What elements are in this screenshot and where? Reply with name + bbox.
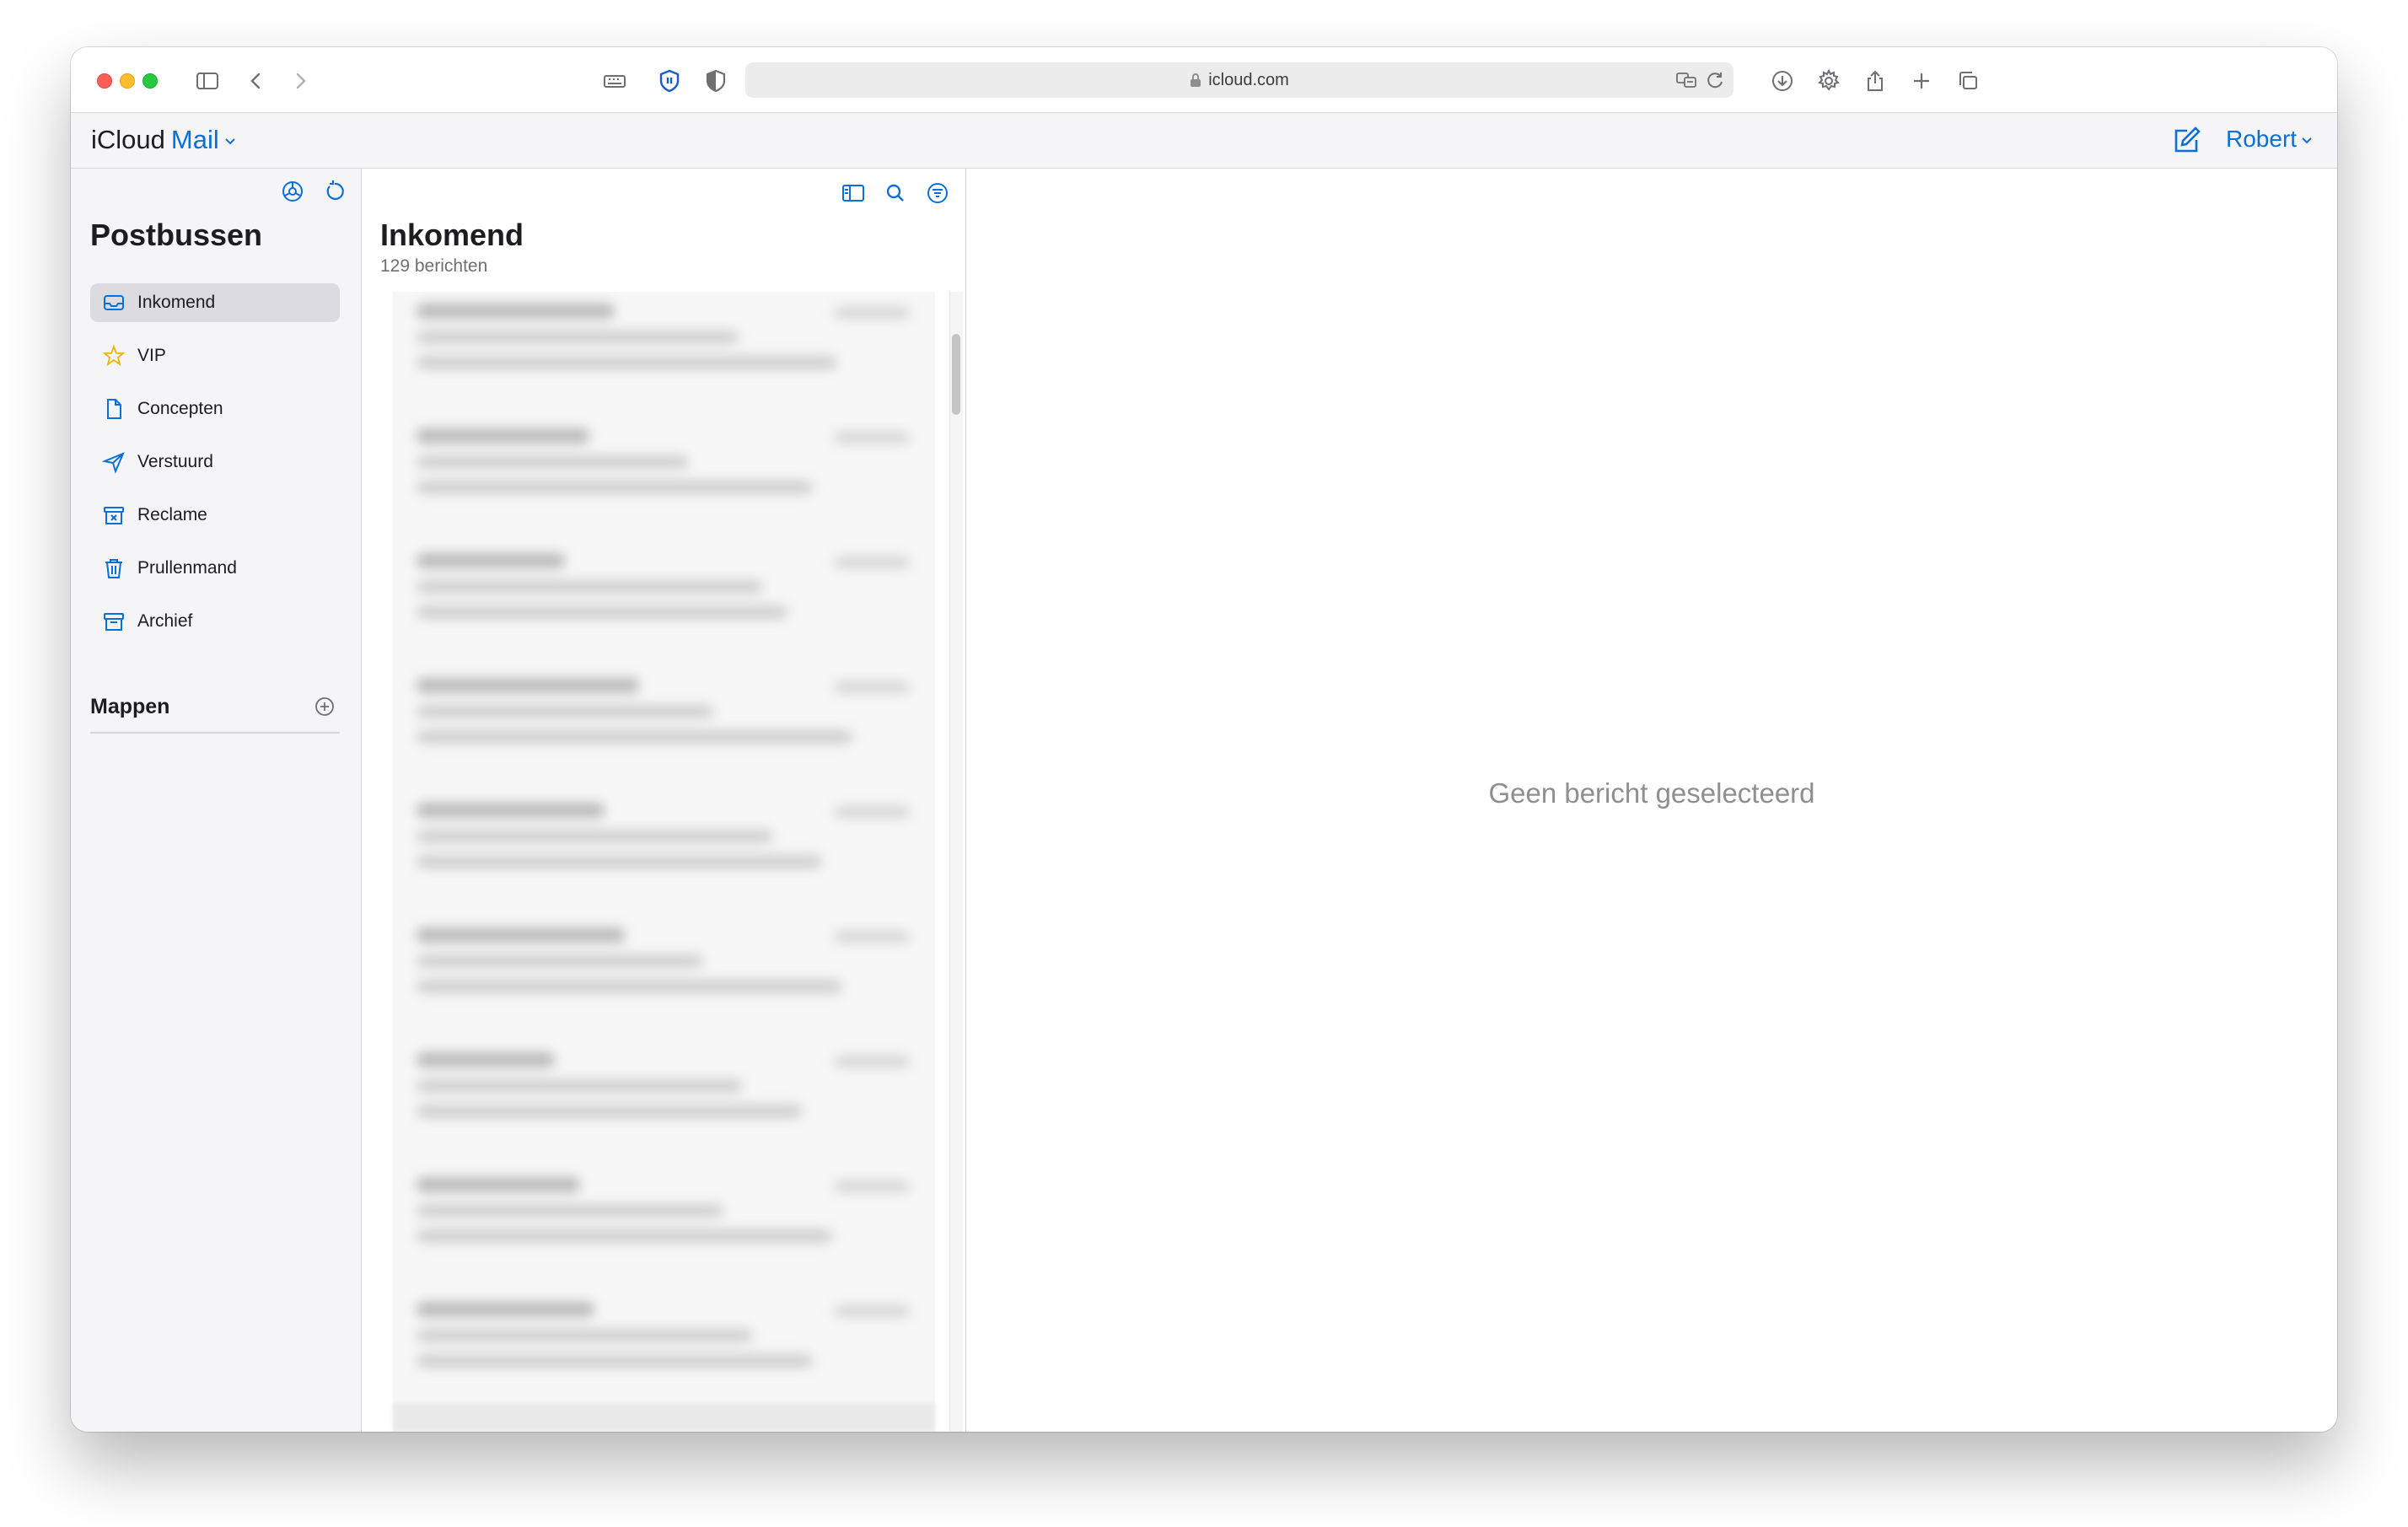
search-icon[interactable] [883, 180, 908, 206]
zoom-window-button[interactable] [142, 73, 158, 89]
compose-icon[interactable] [2169, 123, 2204, 159]
mailbox-sidebar: Postbussen Inkomend VIP Concepten Verstu… [71, 169, 362, 1432]
filter-icon[interactable] [925, 180, 950, 206]
chevron-down-icon [2302, 137, 2312, 143]
junk-icon [104, 507, 124, 524]
mailbox-label: Verstuurd [137, 452, 213, 471]
message-rows[interactable] [393, 292, 935, 1432]
app-header: iCloud Mail Robert [71, 113, 2337, 169]
reading-pane: Geen bericht geselecteerd [966, 169, 2337, 1432]
archive-icon [104, 613, 124, 631]
browser-toolbar: icloud.com [71, 47, 2337, 113]
close-window-button[interactable] [97, 73, 112, 89]
add-folder-icon[interactable] [313, 695, 336, 718]
settings-gear-icon[interactable] [1812, 64, 1846, 98]
password-manager-icon[interactable] [653, 64, 686, 98]
message-row[interactable] [393, 1290, 935, 1415]
downloads-icon[interactable] [1766, 64, 1799, 98]
mailbox-list: Inkomend VIP Concepten Verstuurd Reclame… [90, 283, 340, 655]
message-row[interactable] [393, 916, 935, 1040]
message-row[interactable] [393, 666, 935, 791]
mailbox-item-verstuurd[interactable]: Verstuurd [90, 443, 340, 481]
mailbox-item-reclame[interactable]: Reclame [90, 496, 340, 535]
mailbox-item-concepten[interactable]: Concepten [90, 390, 340, 428]
no-message-selected-text: Geen bericht geselecteerd [1488, 777, 1815, 809]
chevron-down-icon [225, 138, 235, 145]
scrollbar-thumb[interactable] [952, 334, 960, 415]
browser-window: icloud.com iCloud Mail Robert Postbussen… [71, 47, 2337, 1432]
user-menu[interactable]: Robert [2226, 126, 2314, 153]
message-row[interactable] [393, 541, 935, 666]
app-switcher[interactable]: iCloud Mail [91, 125, 238, 155]
message-list-pane: Inkomend 129 berichten [362, 169, 966, 1432]
mailbox-item-archief[interactable]: Archief [90, 602, 340, 641]
mailbox-item-vip[interactable]: VIP [90, 336, 340, 375]
paperplane-icon [102, 452, 125, 474]
mailbox-label: Inkomend [137, 293, 216, 312]
document-icon [107, 399, 121, 419]
message-row[interactable] [393, 1165, 935, 1290]
sidebar-toggle-icon[interactable] [191, 64, 224, 98]
mailboxes-title: Postbussen [90, 218, 263, 252]
brand-icloud: iCloud [91, 125, 165, 154]
mailbox-label: Concepten [137, 399, 223, 418]
url-text: icloud.com [1208, 70, 1289, 89]
mailbox-heading: Inkomend [380, 218, 524, 252]
message-row[interactable] [393, 1040, 935, 1165]
reload-icon[interactable] [1703, 68, 1727, 92]
translate-icon[interactable] [1674, 68, 1698, 92]
forward-icon[interactable] [283, 64, 317, 98]
scrollbar-track[interactable] [949, 292, 963, 1432]
refresh-icon[interactable] [322, 179, 347, 204]
user-name: Robert [2226, 126, 2298, 152]
folders-title: Mappen [90, 695, 170, 718]
star-icon [102, 344, 126, 367]
folders-section: Mappen [90, 690, 340, 734]
message-count: 129 berichten [380, 256, 488, 276]
mailbox-label: Archief [137, 611, 193, 631]
message-row[interactable] [393, 791, 935, 916]
message-row-partial[interactable] [393, 1403, 935, 1432]
mailbox-label: Reclame [137, 505, 207, 524]
mailbox-item-inkomend[interactable]: Inkomend [90, 283, 340, 322]
share-icon[interactable] [1858, 64, 1892, 98]
keyboard-extension-icon[interactable] [598, 64, 632, 98]
mail-settings-icon[interactable] [280, 179, 305, 204]
mailbox-label: VIP [137, 346, 166, 365]
minimize-window-button[interactable] [120, 73, 135, 89]
new-tab-icon[interactable] [1905, 64, 1938, 98]
tab-overview-icon[interactable] [1951, 64, 1985, 98]
lock-icon [1191, 73, 1201, 87]
mailbox-item-prullenmand[interactable]: Prullenmand [90, 549, 340, 588]
mailbox-label: Prullenmand [137, 558, 237, 578]
message-row[interactable] [393, 292, 935, 417]
address-bar[interactable]: icloud.com [745, 62, 1733, 98]
brand-mail: Mail [170, 125, 219, 154]
back-icon[interactable] [239, 64, 273, 98]
privacy-shield-icon[interactable] [699, 64, 733, 98]
trash-icon [105, 559, 122, 578]
message-row[interactable] [393, 417, 935, 541]
inbox-icon [104, 295, 124, 310]
toggle-layout-icon[interactable] [841, 180, 866, 206]
